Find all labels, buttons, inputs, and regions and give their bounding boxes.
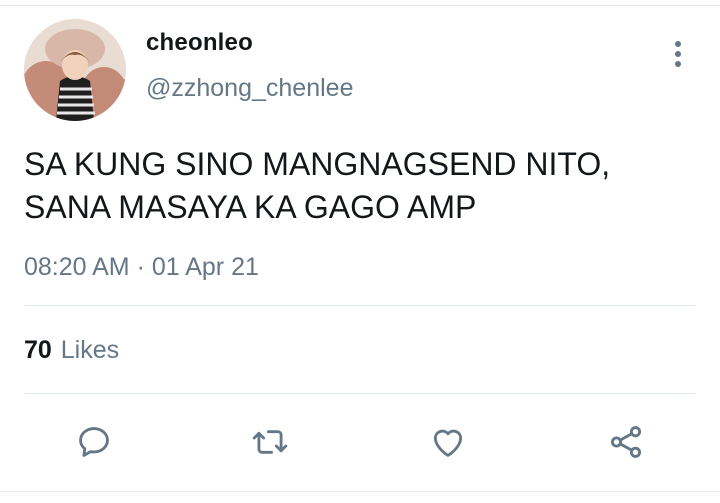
retweet-icon [252, 430, 288, 454]
reply-icon [79, 427, 109, 457]
reply-button[interactable] [72, 420, 116, 464]
likes-stat[interactable]: 70 Likes [24, 336, 119, 365]
tweet-timestamp[interactable]: 08:20 AM · 01 Apr 21 [24, 253, 259, 282]
bottom-divider [0, 491, 720, 503]
tweet-detail: cheonleo @zzhong_chenlee SA KUNG SINO MA… [0, 0, 720, 503]
divider [24, 305, 696, 306]
likes-count: 70 [24, 336, 52, 364]
retweet-button[interactable] [248, 420, 292, 464]
heart-icon [433, 429, 463, 457]
avatar-image [24, 19, 126, 121]
likes-label: Likes [60, 336, 120, 364]
tweet-text-line: SA KUNG SINO MANGNAGSEND NITO, [24, 146, 611, 182]
tweet-text: SA KUNG SINO MANGNAGSEND NITO, SANA MASA… [24, 143, 684, 229]
top-divider [0, 0, 720, 6]
divider [24, 393, 696, 394]
tweet-text-line: SANA MASAYA KA GAGO AMP [24, 189, 477, 225]
share-icon [610, 426, 642, 458]
user-handle[interactable]: @zzhong_chenlee [146, 74, 353, 103]
vertical-ellipsis-icon [675, 41, 681, 67]
like-button[interactable] [426, 420, 470, 464]
display-name[interactable]: cheonleo [146, 29, 253, 57]
share-button[interactable] [604, 420, 648, 464]
avatar[interactable] [24, 19, 126, 121]
more-options-button[interactable] [662, 38, 694, 70]
